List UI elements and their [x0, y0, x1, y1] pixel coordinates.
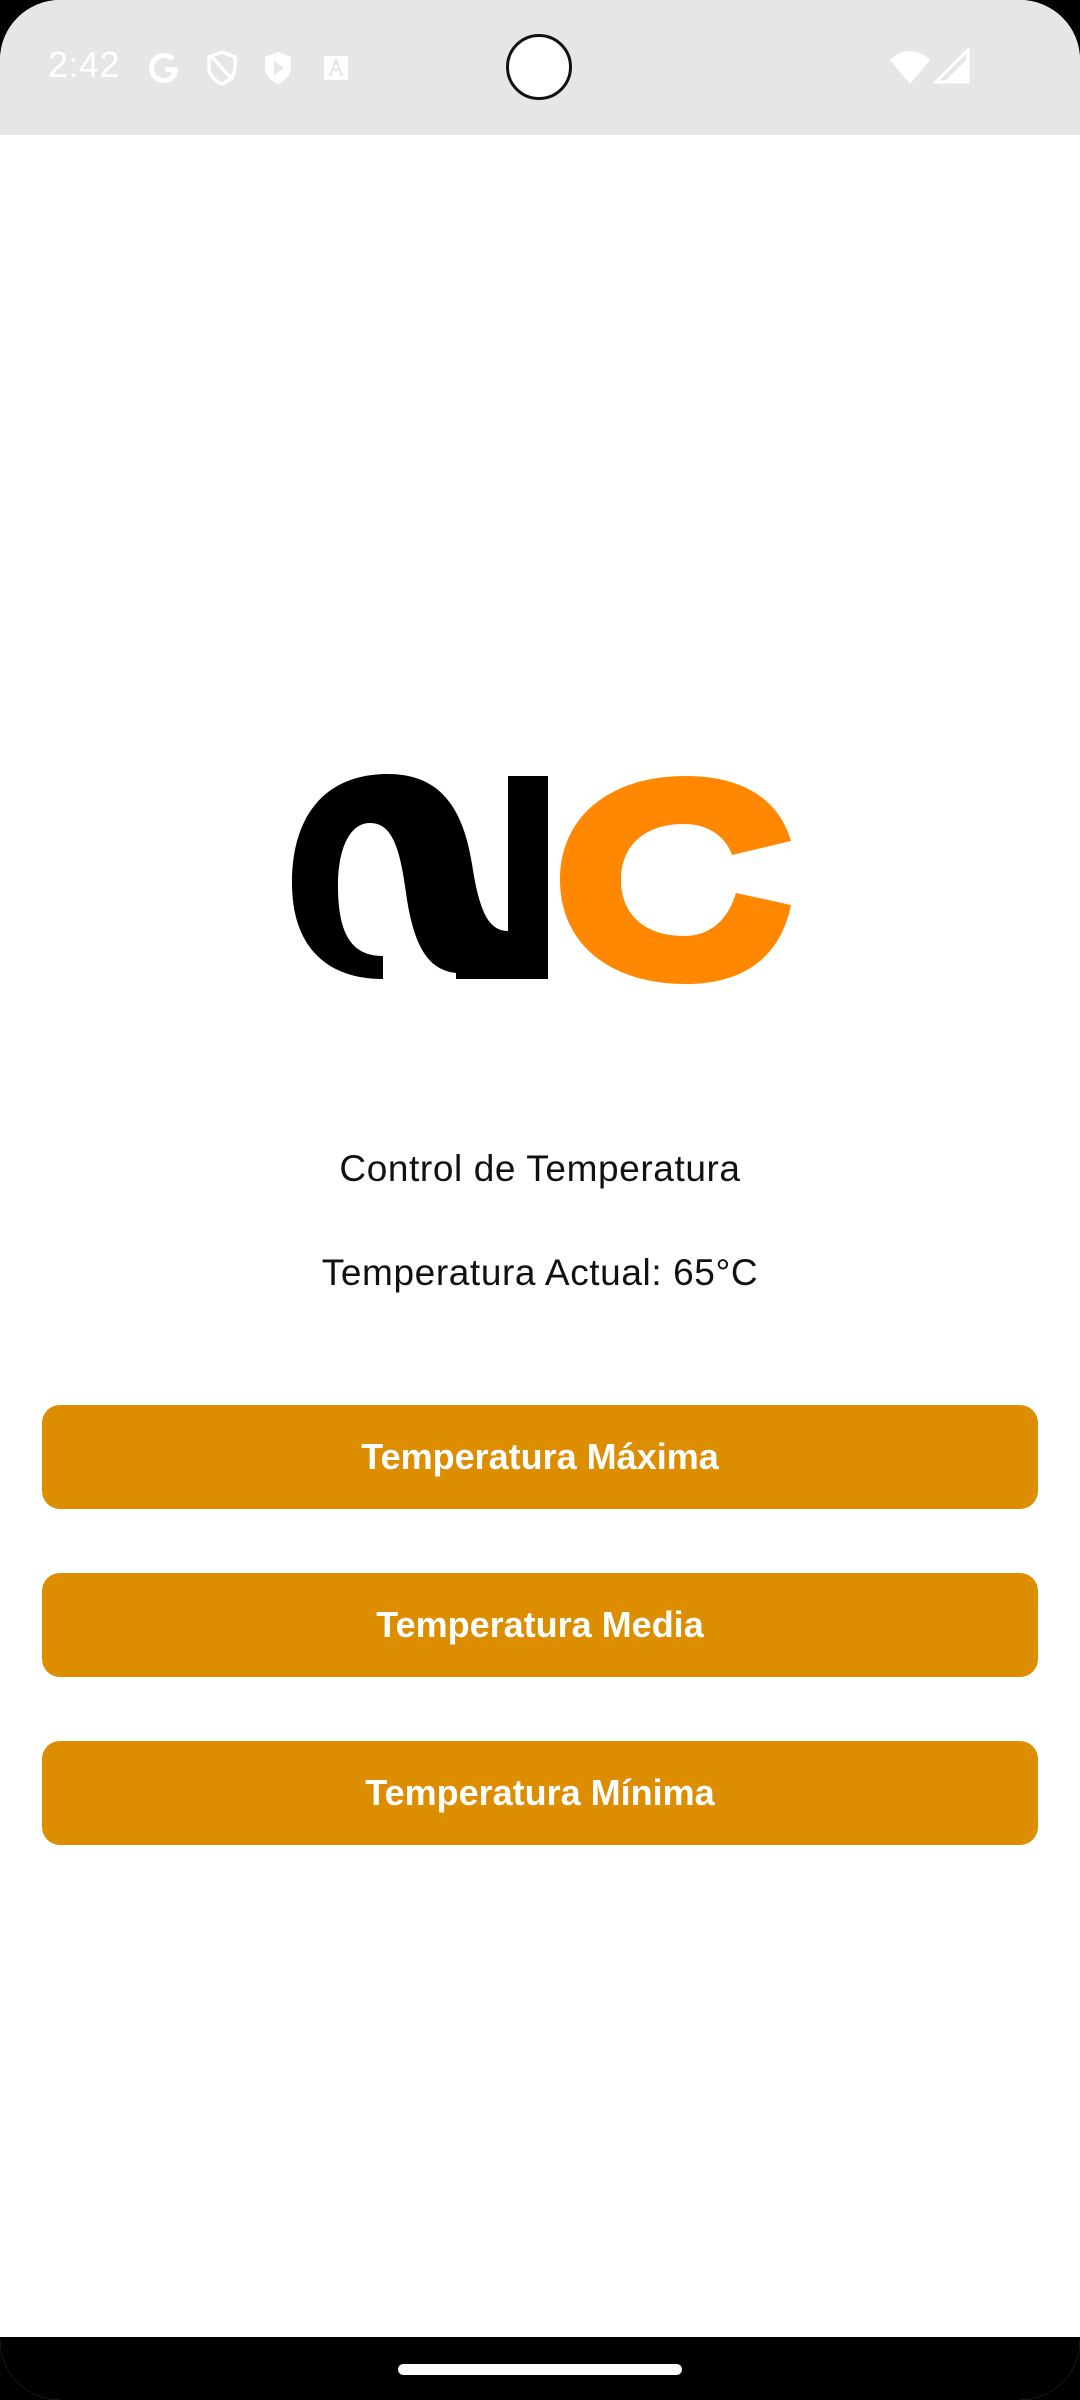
- shield-icon: [207, 50, 237, 86]
- status-time: 2:42: [48, 44, 121, 85]
- font-icon: [324, 56, 348, 80]
- signal-icon: [934, 48, 970, 84]
- play-protect-icon: [265, 52, 291, 84]
- current-temperature-label: Temperatura Actual: 65°C: [321, 1252, 759, 1293]
- home-gesture-handle[interactable]: [398, 2364, 682, 2375]
- app-title: Control de Temperatura: [339, 1148, 741, 1189]
- google-icon: [149, 53, 178, 83]
- medium-temperature-button[interactable]: Temperatura Media: [42, 1573, 1038, 1677]
- max-temperature-button[interactable]: Temperatura Máxima: [42, 1405, 1038, 1509]
- app-screen: 2:42 Control de Temperatura Temperatura …: [0, 0, 1080, 2400]
- camera-cutout: [506, 34, 572, 100]
- wifi-icon: [890, 51, 930, 84]
- status-bar: 2:42: [0, 0, 1080, 135]
- ac-logo: [292, 774, 791, 984]
- min-temperature-button[interactable]: Temperatura Mínima: [42, 1741, 1038, 1845]
